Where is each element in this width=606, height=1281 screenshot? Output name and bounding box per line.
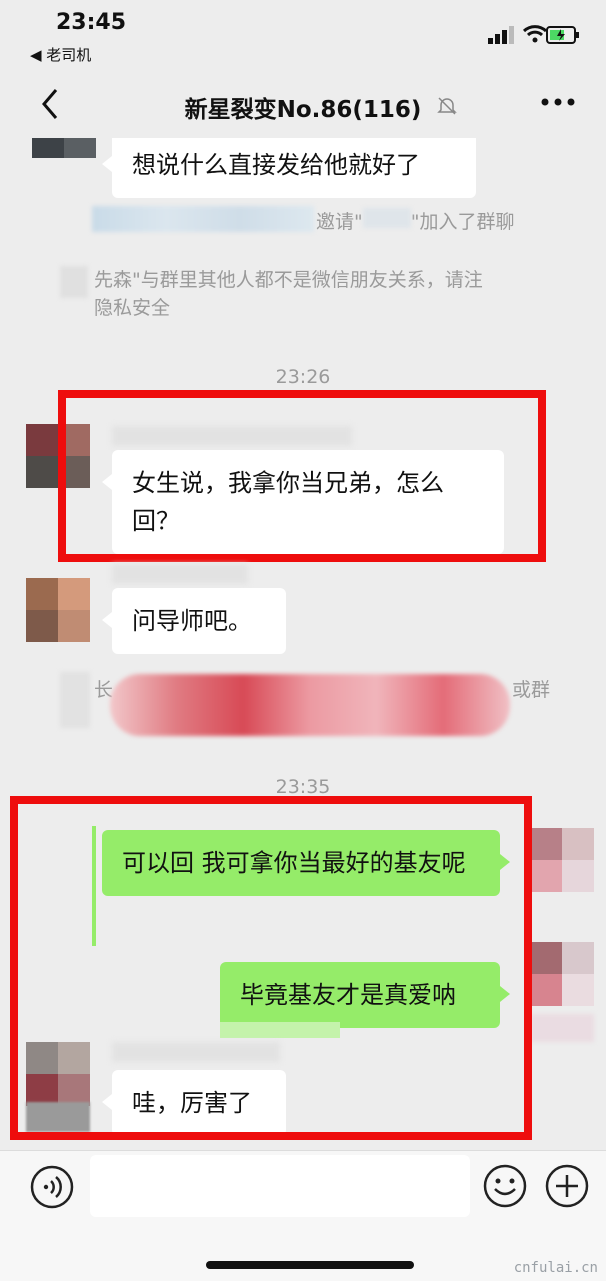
message-text: 想说什么直接发给他就好了	[132, 151, 420, 179]
mute-bell-icon	[437, 97, 457, 115]
blurred-icon	[60, 266, 88, 298]
avatar-self[interactable]	[530, 828, 594, 892]
blurred-sender-name	[112, 564, 248, 584]
status-time: 23:45	[56, 10, 127, 35]
avatar[interactable]	[26, 578, 90, 642]
highlight-box	[58, 390, 546, 562]
battery-icon	[546, 26, 579, 44]
avatar-self[interactable]	[530, 942, 594, 1006]
wifi-icon	[522, 25, 548, 43]
emoji-icon[interactable]	[482, 1163, 528, 1209]
message-bubble[interactable]: 想说什么直接发给他就好了	[102, 138, 476, 198]
chat-message-list[interactable]: 想说什么直接发给他就好了 邀请" "加入了群聊 先森"与群里其他人都不是微信朋友关…	[0, 138, 606, 1150]
blurred-name	[92, 206, 314, 232]
avatar[interactable]	[32, 138, 96, 158]
highlight-box	[10, 796, 532, 1140]
blurred-text	[110, 674, 510, 736]
timestamp: 23:26	[275, 366, 331, 388]
system-message-privacy: 先森"与群里其他人都不是微信朋友关系，请注 隐私安全	[94, 269, 483, 319]
message-text: 问导师吧。	[132, 607, 252, 635]
timestamp: 23:35	[275, 776, 331, 798]
status-bar: 23:45 ◀ 老司机	[0, 0, 606, 70]
avatar-self-shadow	[530, 1014, 594, 1042]
blurred-icon	[60, 672, 90, 728]
system-message-invite: 邀请" "加入了群聊	[316, 208, 515, 236]
add-more-icon[interactable]	[544, 1163, 590, 1209]
back-to-app-link[interactable]: ◀ 老司机	[30, 44, 91, 65]
watermark: cnfulai.cn	[513, 1260, 598, 1276]
message-bubble[interactable]: 问导师吧。	[102, 588, 286, 654]
home-indicator	[206, 1261, 414, 1269]
chat-title: 新星裂变No.86(116)	[184, 97, 422, 123]
signal-icon	[488, 26, 514, 44]
more-options-icon[interactable]	[540, 92, 576, 112]
voice-input-icon[interactable]	[30, 1165, 74, 1209]
system-message-partial-right: 或群	[512, 679, 551, 701]
chat-header: 新星裂变No.86(116)	[0, 70, 606, 138]
message-input[interactable]	[90, 1155, 470, 1217]
